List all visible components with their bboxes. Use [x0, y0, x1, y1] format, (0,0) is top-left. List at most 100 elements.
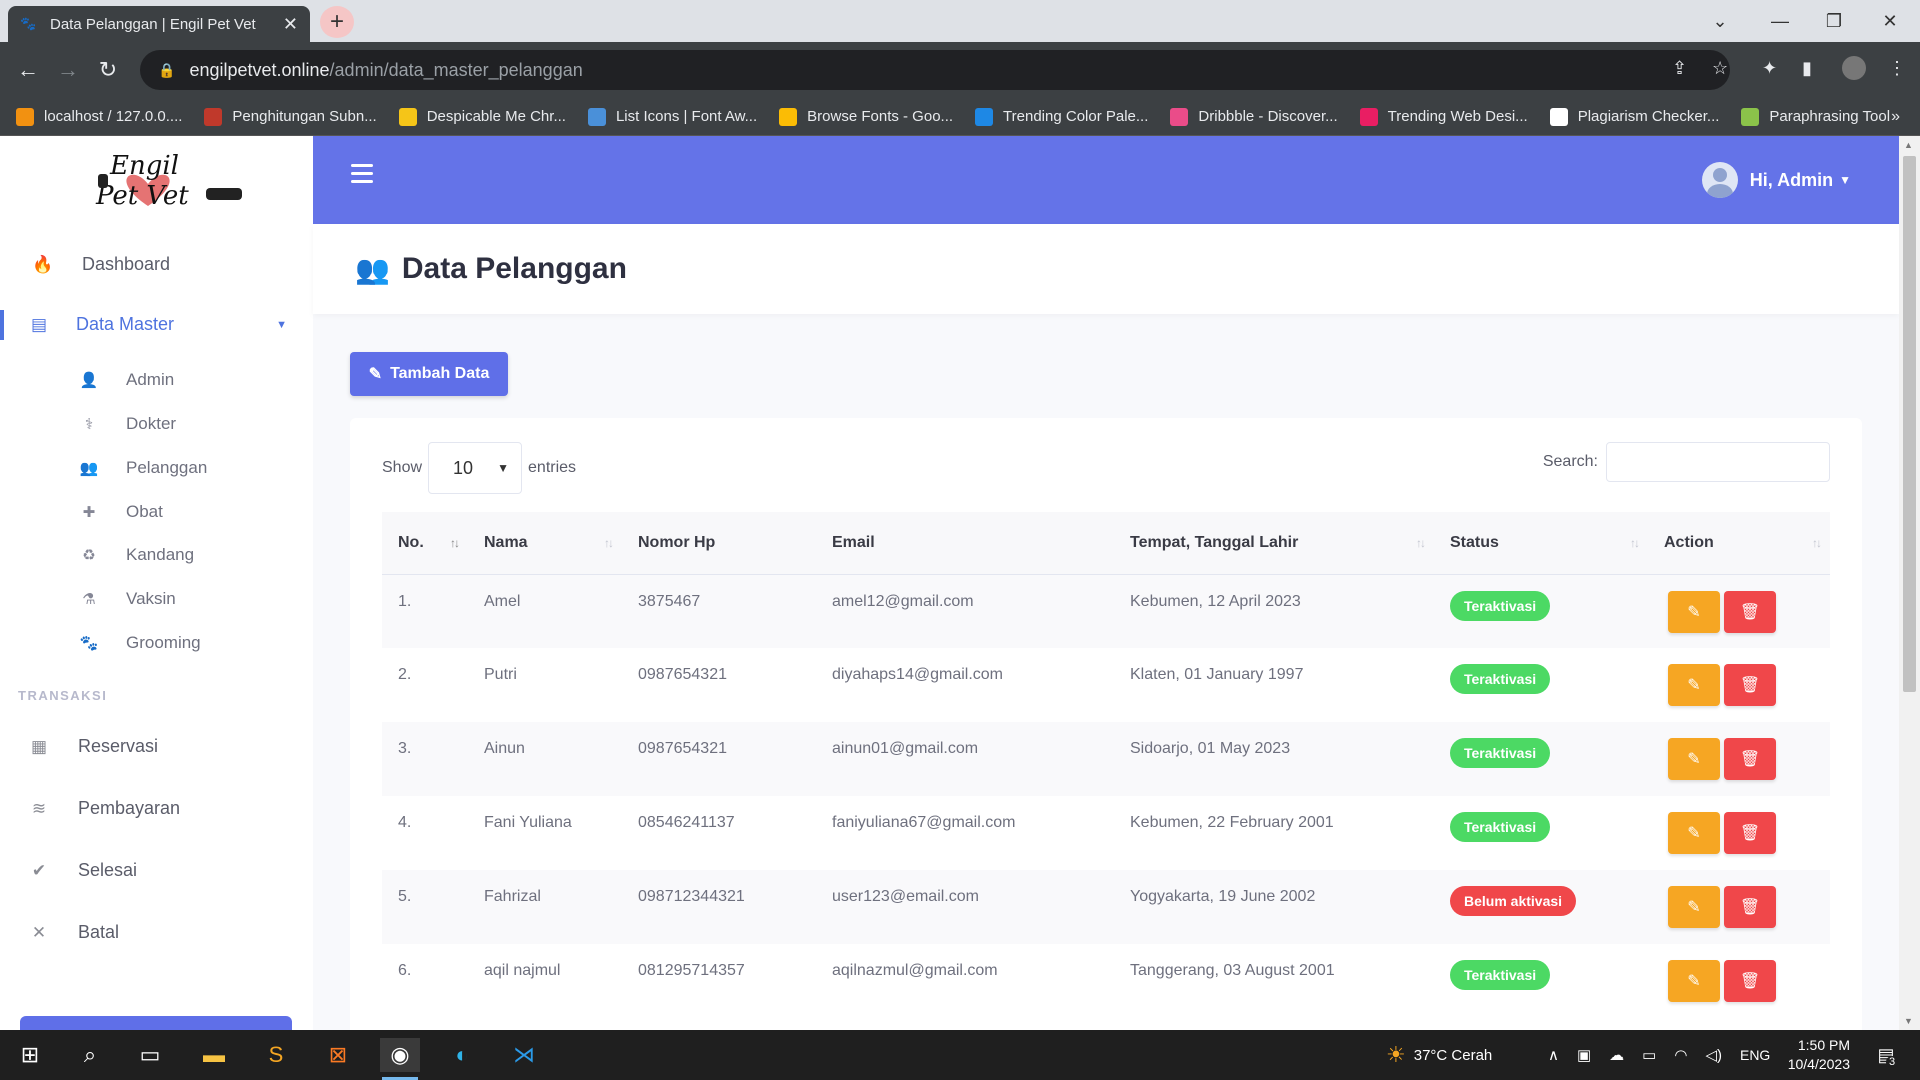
more-bookmarks-icon[interactable]: »	[1891, 108, 1900, 126]
bookmark-star-icon[interactable]: ☆	[1712, 58, 1728, 79]
sidebar-subitem-obat[interactable]: ✚ Obat	[78, 502, 163, 522]
url-host: engilpetvet.online	[189, 59, 330, 80]
column-header-email[interactable]: Email	[816, 512, 1114, 575]
sidebar-subitem-pelanggan[interactable]: 👥 Pelanggan	[78, 458, 208, 478]
bookmark-favicon-icon	[1170, 107, 1189, 126]
chrome-icon[interactable]: ◉	[380, 1038, 420, 1072]
delete-button[interactable]: 🗑	[1724, 590, 1776, 633]
wifi-icon[interactable]: ◠	[1674, 1046, 1687, 1064]
bookmark-item[interactable]: List Icons | Font Aw...	[587, 107, 757, 126]
meet-now-icon[interactable]: ▣	[1577, 1046, 1591, 1064]
bookmark-item[interactable]: Plagiarism Checker...	[1549, 107, 1719, 126]
page-scrollbar[interactable]: ▲ ▼	[1899, 136, 1920, 1030]
edit-button[interactable]: ✎	[1668, 812, 1720, 854]
sidebar-item-label: Reservasi	[78, 736, 159, 756]
sidebar-subitem-grooming[interactable]: 🐾 Grooming	[78, 633, 201, 653]
bookmark-item[interactable]: Trending Color Pale...	[975, 107, 1148, 126]
edit-button[interactable]: ✎	[1668, 886, 1720, 928]
edit-button[interactable]: ✎	[1668, 738, 1720, 780]
hamburger-menu-icon[interactable]	[351, 164, 373, 184]
bookmark-item[interactable]: Despicable Me Chr...	[398, 107, 566, 126]
url-field[interactable]: 🔒 engilpetvet.online/admin/data_master_p…	[140, 50, 1730, 90]
sidebar-subitem-admin[interactable]: 👤 Admin	[78, 370, 175, 390]
edit-button[interactable]: ✎	[1668, 664, 1720, 706]
sidebar-item-data-master[interactable]: ▤ Data Master ▼	[0, 314, 313, 335]
delete-button[interactable]: 🗑	[1724, 812, 1776, 854]
sidebar-subitem-dokter[interactable]: ⚕ Dokter	[78, 414, 176, 434]
sidebar-item-label: Selesai	[78, 860, 138, 880]
entries-select[interactable]: 10 ▼	[428, 442, 523, 494]
scroll-up-icon[interactable]: ▲	[1904, 140, 1913, 150]
profile-avatar[interactable]	[1842, 56, 1866, 80]
sidebar-item-selesai[interactable]: ✔ Selesai	[0, 860, 313, 881]
share-icon[interactable]: ⇪	[1672, 58, 1687, 79]
tab-search-icon[interactable]: ⌄	[1690, 0, 1750, 42]
close-tab-icon[interactable]: ✕	[283, 14, 298, 35]
engil-pet-vet-logo[interactable]: Engil Pet Vet	[88, 144, 248, 214]
delete-button[interactable]: 🗑	[1724, 664, 1776, 706]
forward-icon[interactable]: →	[54, 56, 82, 84]
weather-widget[interactable]: ☀ 37°C Cerah	[1386, 1030, 1492, 1080]
search-input[interactable]	[1606, 442, 1830, 482]
lock-icon: 🔒	[158, 61, 176, 78]
column-header-ttl[interactable]: Tempat, Tanggal Lahir ↑↓	[1114, 512, 1434, 575]
column-header-no[interactable]: No. ↑↓	[382, 512, 468, 575]
minimize-button[interactable]: —	[1750, 0, 1810, 42]
add-data-button[interactable]: ✎ Tambah Data	[350, 352, 508, 396]
search-icon[interactable]: ⌕	[70, 1038, 110, 1072]
sidebar-item-batal[interactable]: ✕ Batal	[0, 922, 313, 943]
scroll-down-icon[interactable]: ▼	[1904, 1016, 1913, 1026]
edit-button[interactable]: ✎	[1668, 590, 1720, 633]
bookmark-item[interactable]: localhost / 127.0.0....	[16, 107, 182, 126]
new-tab-button[interactable]: +	[320, 6, 354, 38]
chevron-up-icon[interactable]: ∧	[1548, 1046, 1559, 1064]
volume-icon[interactable]: ◁)	[1705, 1046, 1722, 1064]
delete-button[interactable]: 🗑	[1724, 960, 1776, 1002]
bookmark-item[interactable]: Dribbble - Discover...	[1170, 107, 1338, 126]
column-header-status[interactable]: Status ↑↓	[1434, 512, 1648, 575]
edit-button[interactable]: ✎	[1668, 960, 1720, 1002]
sidebar-subitem-kandang[interactable]: ♻ Kandang	[78, 545, 194, 565]
clock[interactable]: 1:50 PM 10/4/2023	[1788, 1036, 1850, 1074]
xampp-icon[interactable]: ⊠	[318, 1038, 358, 1072]
browser-tab[interactable]: 🐾 Data Pelanggan | Engil Pet Vet ✕	[8, 6, 310, 42]
delete-button[interactable]: 🗑	[1724, 738, 1776, 780]
vscode-icon[interactable]: ⋊	[504, 1038, 544, 1072]
bookmark-item[interactable]: Paraphrasing Tool	[1741, 107, 1890, 126]
scrollbar-thumb[interactable]	[1903, 156, 1916, 692]
notification-center-icon[interactable]: ▤	[1866, 1038, 1906, 1072]
times-icon: ✕	[31, 922, 47, 942]
column-header-nama[interactable]: Nama ↑↓	[468, 512, 622, 575]
sidebar-item-reservasi[interactable]: ▦ Reservasi	[0, 736, 313, 757]
column-header-nomor-hp[interactable]: Nomor Hp	[622, 512, 816, 575]
column-header-action[interactable]: Action ↑↓	[1648, 512, 1830, 575]
delete-button[interactable]: 🗑	[1724, 886, 1776, 928]
onedrive-icon[interactable]: ☁	[1609, 1046, 1624, 1064]
windows-start-icon[interactable]: ⊞	[10, 1038, 50, 1072]
language-indicator[interactable]: ENG	[1740, 1047, 1770, 1063]
bookmark-item[interactable]: Browse Fonts - Goo...	[779, 107, 953, 126]
close-window-button[interactable]: ✕	[1860, 0, 1920, 42]
sidebar-item-dashboard[interactable]: 🔥 Dashboard	[0, 254, 313, 275]
side-panel-icon[interactable]: ▮	[1802, 58, 1812, 79]
sidebar-item-pembayaran[interactable]: ≋ Pembayaran	[0, 798, 313, 819]
extensions-icon[interactable]: ✦	[1762, 58, 1777, 79]
logo-text-petvet: Pet Vet	[95, 181, 189, 211]
bookmark-item[interactable]: Penghitungan Subn...	[204, 107, 377, 126]
show-entries-control: Show 10 ▼ entries	[382, 442, 576, 494]
user-dropdown[interactable]: Hi, Admin ▼	[1701, 162, 1851, 198]
sidebar-subitem-vaksin[interactable]: ⚗ Vaksin	[78, 589, 176, 609]
reload-icon[interactable]: ↻	[94, 56, 122, 84]
sublime-text-icon[interactable]: S	[256, 1038, 296, 1072]
back-icon[interactable]: ←	[14, 56, 42, 84]
file-explorer-icon[interactable]: ▬	[194, 1038, 234, 1072]
cell-hp: 098712344321	[638, 888, 745, 905]
task-view-icon[interactable]: ▭	[130, 1038, 170, 1072]
cell-action: ✎ 🗑	[1648, 944, 1830, 1018]
sidebar-toggle-button[interactable]	[20, 1016, 292, 1030]
maximize-button[interactable]: ❐	[1804, 0, 1864, 42]
edge-icon[interactable]: ◐	[442, 1038, 482, 1072]
menu-kebab-icon[interactable]: ⋮	[1888, 58, 1906, 79]
bookmark-item[interactable]: Trending Web Desi...	[1359, 107, 1528, 126]
battery-icon[interactable]: ▭	[1642, 1046, 1656, 1064]
